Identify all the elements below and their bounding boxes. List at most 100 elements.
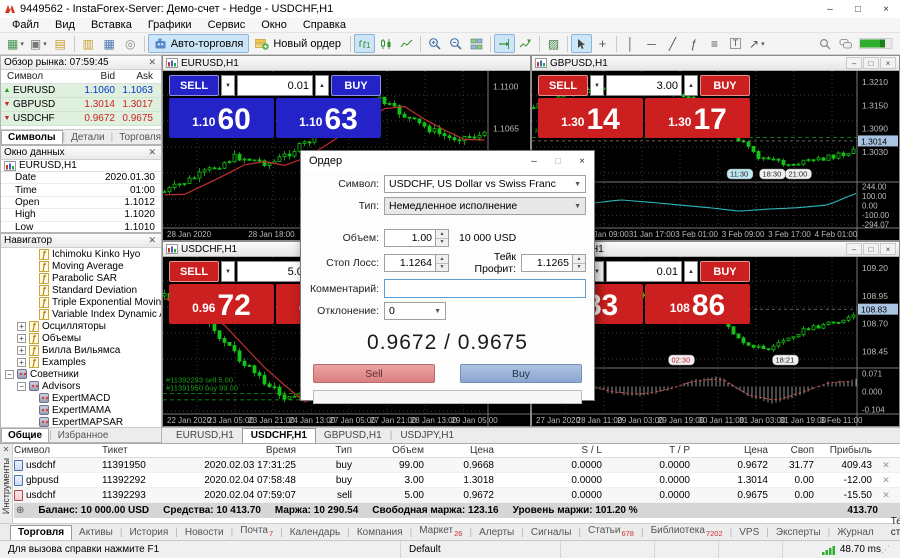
- volume-input[interactable]: [384, 229, 436, 247]
- data-window-close-icon[interactable]: ✕: [146, 147, 158, 158]
- chat-button[interactable]: [835, 34, 856, 53]
- sell-price[interactable]: 0.9672: [169, 284, 274, 324]
- stop-loss-spinner[interactable]: ▲▼: [436, 254, 449, 272]
- toolbox-tab-7[interactable]: Маркет26: [412, 524, 469, 540]
- status-profile[interactable]: Default: [400, 541, 560, 558]
- chart-restore-icon[interactable]: □: [863, 243, 879, 255]
- expand-icon[interactable]: +: [17, 358, 26, 367]
- one-click-volume-input[interactable]: [237, 75, 313, 96]
- tile-windows-button[interactable]: [466, 34, 487, 53]
- zoom-out-button[interactable]: [445, 34, 466, 53]
- collapse-icon[interactable]: −: [17, 382, 26, 391]
- buy-button[interactable]: Buy: [460, 364, 582, 383]
- navigator-close-icon[interactable]: ✕: [146, 235, 158, 246]
- tree-item-expertmama[interactable]: ExpertMAMA: [1, 404, 161, 416]
- chart-restore-icon[interactable]: □: [863, 57, 879, 69]
- one-click-sell-button[interactable]: SELL: [169, 75, 219, 96]
- column-header-0[interactable]: Символ: [14, 445, 102, 456]
- chart-title-bar[interactable]: GBPUSD,H1–□×: [532, 56, 899, 71]
- chart-minimize-icon[interactable]: –: [846, 57, 862, 69]
- column-header-7[interactable]: T / P: [608, 445, 696, 456]
- tree-item-expertmapsar[interactable]: ExpertMAPSAR: [1, 416, 161, 427]
- market-watch-tab-0[interactable]: Символы: [1, 130, 63, 144]
- tree-item-examples[interactable]: +ƒExamples: [1, 356, 161, 368]
- one-click-buy-button[interactable]: BUY: [700, 75, 750, 96]
- sell-price[interactable]: 1.1060: [169, 98, 274, 138]
- chart-minimize-icon[interactable]: –: [846, 243, 862, 255]
- market-watch-row-gbpusd[interactable]: ▼GBPUSD1.30141.3017: [1, 98, 161, 112]
- candlestick-mode-button[interactable]: [375, 34, 396, 53]
- buy-price[interactable]: 1.3017: [645, 98, 750, 138]
- toolbox-tab-10[interactable]: Статьи678: [581, 524, 641, 540]
- tree-item-advisors[interactable]: −Advisors: [1, 380, 161, 392]
- cursor-tool-button[interactable]: [571, 34, 592, 53]
- column-header-4[interactable]: Объем: [358, 445, 430, 456]
- volume-increase-button[interactable]: ▲: [684, 261, 698, 282]
- trade-row-11392292[interactable]: gbpusd113922922020.02.04 07:58:48buy3.00…: [14, 473, 900, 488]
- toolbox-tab-11[interactable]: Библиотека7202: [644, 524, 730, 540]
- deviation-select[interactable]: 0▼: [384, 302, 446, 320]
- line-chart-mode-button[interactable]: [396, 34, 417, 53]
- channel-tool[interactable]: ≡: [704, 34, 725, 53]
- column-header-10[interactable]: Прибыль: [820, 445, 878, 456]
- column-header-9[interactable]: Своп: [774, 445, 820, 456]
- navigator-button[interactable]: ◎: [120, 34, 141, 53]
- column-header-6[interactable]: S / L: [500, 445, 608, 456]
- close-icon[interactable]: ×: [872, 0, 900, 18]
- market-watch-row-eurusd[interactable]: ▲EURUSD1.10601.1063: [1, 84, 161, 98]
- column-header-8[interactable]: Цена: [696, 445, 774, 456]
- chart-tab-usdchf-h1[interactable]: USDCHF,H1: [242, 428, 316, 443]
- column-header-5[interactable]: Цена: [430, 445, 500, 456]
- collapse-icon[interactable]: −: [5, 370, 14, 379]
- order-dialog-title-bar[interactable]: Ордер – □ ×: [301, 151, 594, 171]
- tree-item-билла-вильямса[interactable]: +ƒБилла Вильямса: [1, 344, 161, 356]
- tree-item-осцилляторы[interactable]: +ƒОсцилляторы: [1, 320, 161, 332]
- market-watch-row-usdchf[interactable]: ▼USDCHF0.96720.9675: [1, 112, 161, 126]
- trade-row-11391950[interactable]: usdchf113919502020.02.03 17:31:25buy99.0…: [14, 458, 900, 473]
- tree-item-triple-exponential-movin[interactable]: ƒTriple Exponential Movin: [1, 296, 161, 308]
- sell-button[interactable]: Sell: [313, 364, 435, 383]
- tree-item-standard-deviation[interactable]: ƒStandard Deviation: [1, 284, 161, 296]
- trendline-tool[interactable]: ╱: [662, 34, 683, 53]
- stop-loss-input[interactable]: [384, 254, 436, 272]
- order-type-select[interactable]: Немедленное исполнение▼: [384, 197, 586, 215]
- chart-close-icon[interactable]: ×: [880, 243, 896, 255]
- auto-trading-button[interactable]: Авто-торговля: [148, 34, 250, 53]
- profiles-button[interactable]: ▣▾: [27, 34, 50, 53]
- volume-decrease-button[interactable]: ▼: [221, 261, 235, 282]
- chart-tab-gbpusd-h1[interactable]: GBPUSD,H1: [316, 429, 390, 443]
- market-watch-close-icon[interactable]: ✕: [146, 57, 158, 68]
- toolbox-close-icon[interactable]: ✕: [3, 444, 10, 454]
- buy-price[interactable]: 1.1063: [276, 98, 381, 138]
- trade-row-11392293[interactable]: usdchf113922932020.02.04 07:59:07sell5.0…: [14, 488, 900, 503]
- fibonacci-tool[interactable]: ƒ: [683, 34, 704, 53]
- minimize-icon[interactable]: –: [816, 0, 844, 18]
- tree-item-советники[interactable]: −Советники: [1, 368, 161, 380]
- one-click-sell-button[interactable]: SELL: [538, 75, 588, 96]
- one-click-volume-input[interactable]: [606, 261, 682, 282]
- tree-item-expertmacd[interactable]: ExpertMACD: [1, 392, 161, 404]
- volume-increase-button[interactable]: ▲: [315, 75, 329, 96]
- dialog-minimize-icon[interactable]: –: [522, 151, 546, 171]
- one-click-buy-button[interactable]: BUY: [700, 261, 750, 282]
- search-button[interactable]: [814, 34, 835, 53]
- text-tool[interactable]: T: [725, 34, 746, 53]
- comment-input[interactable]: [384, 279, 586, 298]
- toolbox-tab-9[interactable]: Сигналы: [524, 526, 579, 540]
- new-order-button[interactable]: Новый ордер: [249, 34, 347, 53]
- menu-item-insert[interactable]: Вставка: [83, 19, 140, 31]
- column-header-2[interactable]: Время: [194, 445, 302, 456]
- expand-icon[interactable]: +: [17, 334, 26, 343]
- horizontal-line-tool[interactable]: ─: [641, 34, 662, 53]
- column-header-1[interactable]: Тикет: [102, 445, 194, 456]
- zoom-in-button[interactable]: [424, 34, 445, 53]
- toolbox-tab-2[interactable]: История: [122, 526, 175, 540]
- volume-increase-button[interactable]: ▲: [684, 75, 698, 96]
- menu-item-service[interactable]: Сервис: [200, 19, 254, 31]
- navigator-tab-0[interactable]: Общие: [1, 428, 49, 442]
- volume-spinner[interactable]: ▲▼: [436, 229, 449, 247]
- toolbox-tab-13[interactable]: Эксперты: [769, 526, 828, 540]
- close-position-icon[interactable]: ✕: [878, 490, 894, 501]
- toolbox-tab-5[interactable]: Календарь: [283, 526, 347, 540]
- market-watch-tab-2[interactable]: Торговля: [113, 130, 162, 144]
